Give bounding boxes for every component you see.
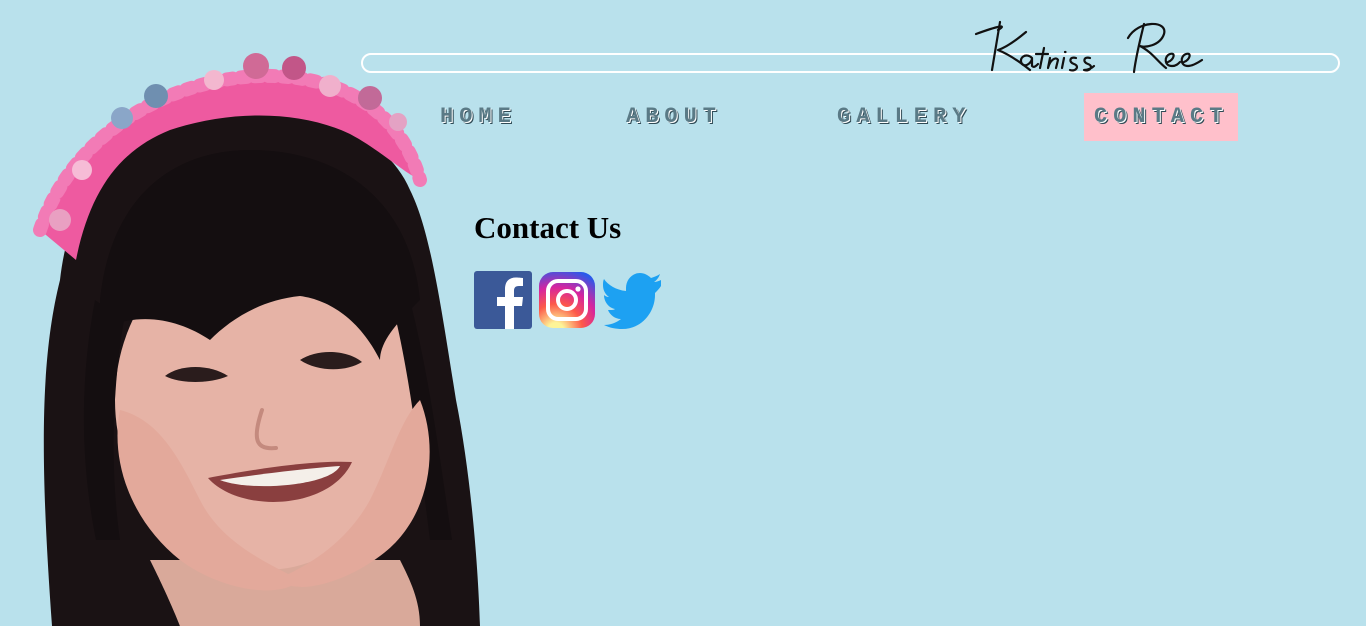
nav-gallery[interactable]: GALLERY (837, 93, 971, 141)
site-logo[interactable] (968, 12, 1218, 78)
nav-contact[interactable]: CONTACT (1084, 93, 1239, 141)
contact-title: Contact Us (474, 210, 622, 245)
twitter-icon[interactable] (601, 270, 661, 330)
nav-home[interactable]: HOME (440, 93, 517, 141)
main-nav: HOME ABOUT GALLERY CONTACT (0, 93, 1366, 141)
page: HOME ABOUT GALLERY CONTACT Contact Us (0, 0, 1366, 626)
instagram-icon[interactable] (538, 270, 596, 330)
nav-about[interactable]: ABOUT (626, 93, 722, 141)
facebook-icon[interactable] (474, 270, 532, 330)
